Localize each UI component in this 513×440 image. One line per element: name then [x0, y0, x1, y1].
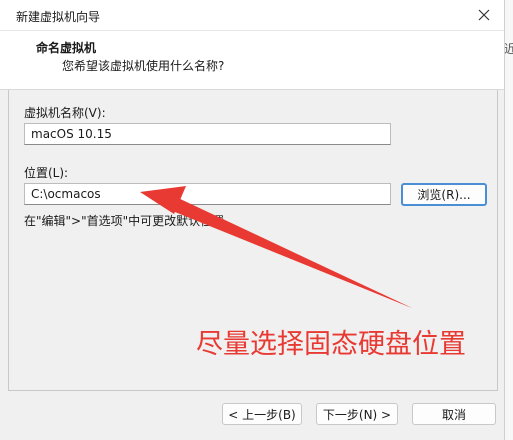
location-label: 位置(L):	[24, 166, 69, 180]
page-subtitle: 您希望该虚拟机使用什么名称?	[62, 59, 225, 73]
location-input[interactable]	[24, 183, 391, 205]
window-title: 新建虚拟机向导	[16, 10, 101, 24]
back-button[interactable]: < 上一步(B)	[222, 403, 302, 425]
vm-name-label: 虚拟机名称(V):	[24, 106, 106, 120]
background-window-edge: 近	[504, 0, 513, 440]
cancel-button[interactable]: 取消	[412, 403, 496, 425]
new-vm-wizard-dialog: 新建虚拟机向导 命名虚拟机 您希望该虚拟机使用什么名称? 虚拟机名称(V): 位…	[0, 0, 505, 440]
background-text: 近	[504, 42, 513, 56]
annotation-text: 尽量选择固态硬盘位置	[196, 329, 466, 360]
vm-name-input[interactable]	[24, 123, 391, 145]
next-button[interactable]: 下一步(N) >	[316, 403, 398, 425]
title-bar: 新建虚拟机向导	[0, 0, 504, 31]
default-location-hint: 在"编辑">"首选项"中可更改默认位置。	[24, 214, 237, 228]
close-button[interactable]	[464, 0, 504, 30]
page-title: 命名虚拟机	[36, 41, 97, 55]
close-icon	[478, 9, 490, 21]
wizard-header: 命名虚拟机 您希望该虚拟机使用什么名称?	[0, 31, 504, 90]
browse-button[interactable]: 浏览(R)...	[401, 183, 487, 206]
